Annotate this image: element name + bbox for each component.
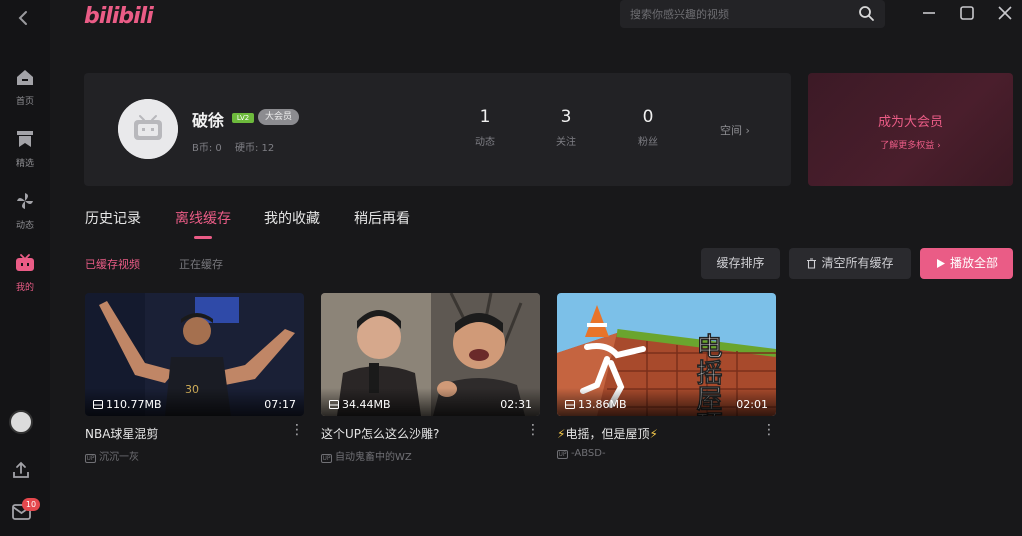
sidebar-item-featured[interactable]: 精选 xyxy=(0,128,50,169)
back-arrow-icon[interactable] xyxy=(14,8,34,28)
vip-promo-card[interactable]: 成为大会员 了解更多权益 › xyxy=(808,73,1013,186)
stat-fans[interactable]: 0 粉丝 xyxy=(618,107,678,148)
sidebar-item-mine[interactable]: 我的 xyxy=(0,252,50,293)
stat-following[interactable]: 3 关注 xyxy=(536,107,596,148)
username: 破徐 xyxy=(192,111,225,130)
uploader-icon: UP xyxy=(321,454,332,463)
upload-icon[interactable] xyxy=(11,460,31,480)
sidebar: 首页 精选 动态 我的 10 xyxy=(0,0,50,536)
play-icon xyxy=(936,259,945,268)
file-size-value: 13.86MB xyxy=(578,398,627,411)
coin-info: B币: 0 硬币: 12 xyxy=(192,139,284,154)
duration: 02:01 xyxy=(736,398,768,411)
sidebar-item-label: 首页 xyxy=(15,97,34,107)
author-name: 自动鬼畜中的WZ xyxy=(335,452,412,463)
avatar[interactable] xyxy=(118,99,178,159)
subtab-caching[interactable]: 正在缓存 xyxy=(179,256,223,272)
tv-icon xyxy=(16,254,34,271)
close-icon[interactable] xyxy=(996,4,1014,22)
bilibili-logo[interactable]: bilibili xyxy=(84,4,154,29)
sidebar-item-label: 精选 xyxy=(15,159,34,169)
search-box[interactable] xyxy=(620,0,885,28)
lightning-icon: ⚡ xyxy=(649,427,658,441)
more-options-icon[interactable]: ⋮ xyxy=(526,423,540,439)
file-size-value: 110.77MB xyxy=(106,398,162,411)
video-thumbnail[interactable]: 30 110.77MB 07:17 xyxy=(85,293,304,416)
clear-cache-button[interactable]: 清空所有缓存 xyxy=(789,248,911,279)
level-badge: LV2 xyxy=(232,113,254,123)
stat-dynamic[interactable]: 1 动态 xyxy=(455,107,515,148)
video-title-text: 电摇，但是屋顶 xyxy=(565,427,650,441)
video-author[interactable]: UP 沉沉一灰 xyxy=(85,448,139,463)
play-all-button[interactable]: 播放全部 xyxy=(920,248,1013,279)
sidebar-item-home[interactable]: 首页 xyxy=(0,66,50,107)
stat-number: 0 xyxy=(642,107,654,127)
video-author[interactable]: UP 自动鬼畜中的WZ xyxy=(321,448,412,463)
space-link[interactable]: 空间 › xyxy=(720,122,750,138)
stat-number: 1 xyxy=(479,107,491,127)
video-title[interactable]: ⚡电摇，但是屋顶⚡ xyxy=(557,425,658,442)
trash-icon xyxy=(807,258,817,269)
author-name: -ABSD- xyxy=(571,448,606,459)
minimize-icon[interactable] xyxy=(920,4,938,22)
home-icon xyxy=(17,70,33,85)
file-size: 110.77MB xyxy=(93,398,162,411)
tab-history[interactable]: 历史记录 xyxy=(85,208,141,228)
duration: 02:31 xyxy=(500,398,532,411)
stat-label: 关注 xyxy=(556,137,576,148)
search-icon[interactable] xyxy=(858,5,875,22)
video-card[interactable]: 34.44MB 02:31 这个UP怎么这么沙雕? ⋮ UP 自动鬼畜中的WZ xyxy=(321,293,540,463)
author-name: 沉沉一灰 xyxy=(99,452,139,463)
uploader-icon: UP xyxy=(85,454,96,463)
bookmark-icon xyxy=(17,131,33,147)
active-tab-indicator xyxy=(194,236,212,239)
cache-sort-button[interactable]: 缓存排序 xyxy=(701,248,780,279)
vip-promo-title: 成为大会员 xyxy=(877,115,943,130)
video-card[interactable]: 电摇屋顶 13.86MB 02:01 ⚡电摇，但是屋顶⚡ ⋮ UP -ABSD- xyxy=(557,293,776,459)
file-size: 34.44MB xyxy=(329,398,391,411)
sidebar-item-label: 我的 xyxy=(15,283,34,293)
video-title[interactable]: NBA球星混剪 xyxy=(85,425,158,442)
video-card[interactable]: 30 110.77MB 07:17 NBA球星混剪 ⋮ UP沉沉一灰 xyxy=(85,293,304,463)
sidebar-item-dynamic[interactable]: 动态 xyxy=(0,190,50,231)
cache-sort-label: 缓存排序 xyxy=(716,256,765,270)
stat-number: 3 xyxy=(560,107,572,127)
vip-badge: 大会员 xyxy=(258,109,300,125)
storage-icon xyxy=(329,400,339,409)
hardcoin-count: 硬币: 12 xyxy=(234,143,275,154)
bcoin-count: B币: 0 xyxy=(192,143,222,154)
stat-label: 粉丝 xyxy=(638,137,658,148)
stat-label: 动态 xyxy=(475,137,495,148)
more-options-icon[interactable]: ⋮ xyxy=(290,423,304,439)
clear-cache-label: 清空所有缓存 xyxy=(821,256,894,270)
storage-icon xyxy=(93,400,103,409)
play-all-label: 播放全部 xyxy=(949,256,998,270)
video-author[interactable]: UP -ABSD- xyxy=(557,448,606,459)
pinwheel-icon xyxy=(17,193,33,209)
search-input[interactable] xyxy=(630,6,850,22)
video-thumbnail[interactable]: 电摇屋顶 13.86MB 02:01 xyxy=(557,293,776,416)
sidebar-item-label: 动态 xyxy=(15,221,34,231)
tab-watch-later[interactable]: 稍后再看 xyxy=(354,208,410,228)
subtab-cached[interactable]: 已缓存视频 xyxy=(85,256,140,272)
file-size-value: 34.44MB xyxy=(342,398,391,411)
tab-favorites[interactable]: 我的收藏 xyxy=(264,208,320,228)
file-size: 13.86MB xyxy=(565,398,627,411)
user-avatar[interactable] xyxy=(9,410,33,434)
duration: 07:17 xyxy=(264,398,296,411)
maximize-icon[interactable] xyxy=(958,4,976,22)
video-thumbnail[interactable]: 34.44MB 02:31 xyxy=(321,293,540,416)
more-options-icon[interactable]: ⋮ xyxy=(762,423,776,439)
storage-icon xyxy=(565,400,575,409)
video-title[interactable]: 这个UP怎么这么沙雕? xyxy=(321,425,439,442)
uploader-icon: UP xyxy=(557,450,568,459)
profile-card: 破徐 LV2 大会员 B币: 0 硬币: 12 1 动态 3 关注 0 粉丝 空… xyxy=(84,73,791,186)
message-count-badge: 10 xyxy=(22,498,40,511)
vip-more-link[interactable]: 了解更多权益 › xyxy=(808,138,1013,151)
tab-offline-cache[interactable]: 离线缓存 xyxy=(175,208,231,228)
